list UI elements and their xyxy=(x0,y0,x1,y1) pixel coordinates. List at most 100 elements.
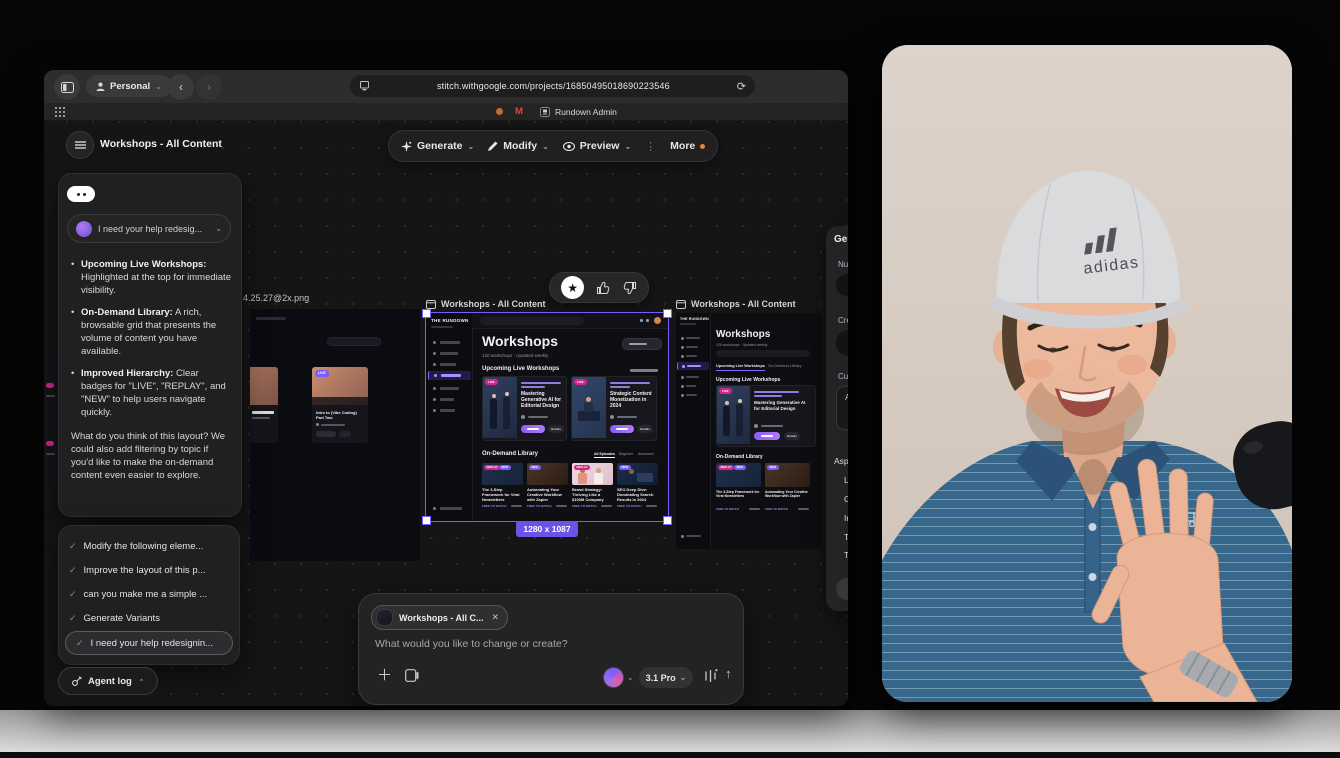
apps-grid-icon[interactable] xyxy=(55,107,65,117)
chevron-down-icon: ⌄ xyxy=(468,142,475,151)
history-item[interactable]: ✓can you make me a simple ... xyxy=(59,582,239,606)
props-item[interactable]: Lay xyxy=(844,475,848,485)
sidebar-toggle-button[interactable] xyxy=(54,74,80,100)
od-card: NEW SEO Deep Dive: Dominating Search Res… xyxy=(617,463,658,511)
history-item[interactable]: ✓Modify the following eleme... xyxy=(59,534,239,558)
forward-button[interactable]: › xyxy=(196,74,222,100)
modify-menu[interactable]: Modify⌄ xyxy=(488,140,549,152)
history-item-active[interactable]: ✓I need your help redesignin... xyxy=(65,631,233,655)
preview-label: Preview xyxy=(580,140,620,152)
generate-label: Generate xyxy=(417,140,463,152)
chevron-down-icon: ⌄ xyxy=(155,82,162,91)
new-badge: NEW xyxy=(619,465,631,470)
live-badge: LIVE xyxy=(485,379,498,385)
live-card-title: Mastering Generative AI for Editorial De… xyxy=(754,400,809,411)
od-card-title: SEO Deep Dive: Dominating Search Results… xyxy=(617,488,658,502)
composer-placeholder[interactable]: What would you like to change or create? xyxy=(375,638,568,650)
design-nav-active xyxy=(428,371,471,380)
profile-label: Personal xyxy=(110,81,150,92)
od-card: NEW Automating Your Creative Workflow wi… xyxy=(765,463,810,517)
agent-log-button[interactable]: Agent log ⌄ xyxy=(58,667,158,695)
screen: Personal ⌄ ‹ › stitch.withgoogle.com/pro… xyxy=(0,0,1340,758)
back-button[interactable]: ‹ xyxy=(168,74,194,100)
od-card-meta: FREE TO WATCH xyxy=(572,504,597,508)
live-card: LIVE Mastering Generative AI for Editori… xyxy=(482,376,567,441)
tune-icon[interactable] xyxy=(703,668,718,683)
model-avatar-selector[interactable]: ⌄ xyxy=(603,667,634,688)
live-card: LIVE Mastering Generative AI for Editori… xyxy=(716,385,816,447)
selected-frame[interactable]: THE RUNDOWN xyxy=(426,313,668,521)
close-icon[interactable]: ✕ xyxy=(492,612,500,623)
prompt-dropdown[interactable]: I need your help redesig... ⌄ xyxy=(67,214,231,243)
props-create-button[interactable]: R xyxy=(836,330,848,356)
menu-button[interactable] xyxy=(66,131,94,159)
design-avatar xyxy=(654,317,661,324)
variant-frame[interactable]: THE RUNDOWN Workshops 120 workshops · Up… xyxy=(676,313,822,549)
check-icon: ✓ xyxy=(69,541,77,552)
star-button[interactable]: ★ xyxy=(561,276,584,299)
details-button: Details xyxy=(637,425,653,433)
resize-handle[interactable] xyxy=(422,309,431,318)
props-item[interactable]: Tex xyxy=(844,532,848,542)
refresh-icon[interactable]: ⟳ xyxy=(737,80,746,93)
star-icon: ★ xyxy=(567,282,578,294)
design-tab: Upcoming Live Workshops xyxy=(716,364,765,371)
context-chip[interactable]: Workshops - All C... ✕ xyxy=(371,605,508,630)
design-sidebar: THE RUNDOWN xyxy=(426,313,473,521)
frame-label[interactable]: 4.25.27@2x.png xyxy=(243,293,309,303)
od-card: REPLAY Brand Strategy: Thriving Like a $… xyxy=(572,463,613,511)
mock-card-title: Intro to (Vibe Coding) Part Two xyxy=(316,410,364,420)
props-item[interactable]: Col xyxy=(844,494,848,504)
frame-title[interactable]: Workshops - All Content xyxy=(426,299,546,309)
stitch-canvas: Workshops - All Content Generate ⌄ Modify… xyxy=(44,121,848,706)
design-h1: Workshops xyxy=(716,329,770,340)
model-selector[interactable]: 3.1 Pro ⌄ xyxy=(639,667,693,688)
props-custom-input[interactable]: Ad xyxy=(836,386,848,430)
resize-handle[interactable] xyxy=(422,516,431,525)
hamburger-icon xyxy=(75,141,86,149)
composer: Workshops - All C... ✕ What would you li… xyxy=(358,593,744,705)
design-live-section: Upcoming Live Workshops xyxy=(716,377,780,383)
frame-png-mock[interactable]: LIVE Intro to (Vibe Coding) Part Two xyxy=(250,309,420,561)
add-icon[interactable]: ＋ xyxy=(377,664,392,685)
props-number-field[interactable] xyxy=(836,274,848,296)
props-bottom-button[interactable] xyxy=(836,578,848,600)
frame-title[interactable]: Workshops - All Content xyxy=(676,299,796,309)
typing-indicator[interactable] xyxy=(67,186,95,202)
preview-menu[interactable]: Preview⌄ xyxy=(563,140,631,152)
thumbs-down-icon[interactable] xyxy=(623,281,637,295)
od-card-title: Automating Your Creative Workflow with Z… xyxy=(527,488,568,502)
history-item[interactable]: ✓Generate Variants xyxy=(59,606,239,630)
design-preview: THE RUNDOWN xyxy=(426,313,668,521)
resize-handle[interactable] xyxy=(663,516,672,525)
browser-chrome: Personal ⌄ ‹ › stitch.withgoogle.com/pro… xyxy=(44,70,848,103)
od-card-meta: FREE TO WATCH xyxy=(765,507,788,511)
address-bar[interactable]: stitch.withgoogle.com/projects/168504950… xyxy=(350,75,755,97)
bookmark-rundown-admin[interactable]: Rundown Admin xyxy=(534,105,623,118)
props-item[interactable]: Tex xyxy=(844,550,848,560)
mock-button xyxy=(339,431,351,437)
gmail-favicon[interactable]: M xyxy=(515,106,523,117)
url-text: stitch.withgoogle.com/projects/168504950… xyxy=(370,81,737,91)
new-badge: NEW xyxy=(767,465,779,470)
live-badge xyxy=(46,441,54,446)
insert-frame-icon[interactable] xyxy=(405,669,419,682)
profile-switcher[interactable]: Personal ⌄ xyxy=(86,75,172,97)
props-item[interactable]: Ima xyxy=(844,513,848,523)
context-chip-thumbnail xyxy=(376,609,393,626)
od-card-title: The 3-Step Framework for Viral Newslette… xyxy=(716,490,761,499)
mock-button xyxy=(316,431,336,437)
design-tab: Beginner xyxy=(619,452,633,456)
history-item[interactable]: ✓Improve the layout of this p... xyxy=(59,558,239,582)
generate-menu[interactable]: Generate ⌄ xyxy=(401,140,474,152)
send-icon[interactable]: ↑ xyxy=(725,666,732,681)
design-live-section: Upcoming Live Workshops xyxy=(482,366,559,372)
thumbs-up-icon[interactable] xyxy=(596,281,610,295)
od-card: REPLAY NEW The 3-Step Framework for Vira… xyxy=(482,463,523,511)
more-menu[interactable]: More xyxy=(670,140,705,152)
design-brand: THE RUNDOWN xyxy=(431,318,469,323)
presenter-illustration: adidas xyxy=(882,45,1292,702)
bookmark-favicon-1[interactable] xyxy=(496,108,503,115)
resize-handle[interactable] xyxy=(663,309,672,318)
context-chip-label: Workshops - All C... xyxy=(399,613,484,623)
